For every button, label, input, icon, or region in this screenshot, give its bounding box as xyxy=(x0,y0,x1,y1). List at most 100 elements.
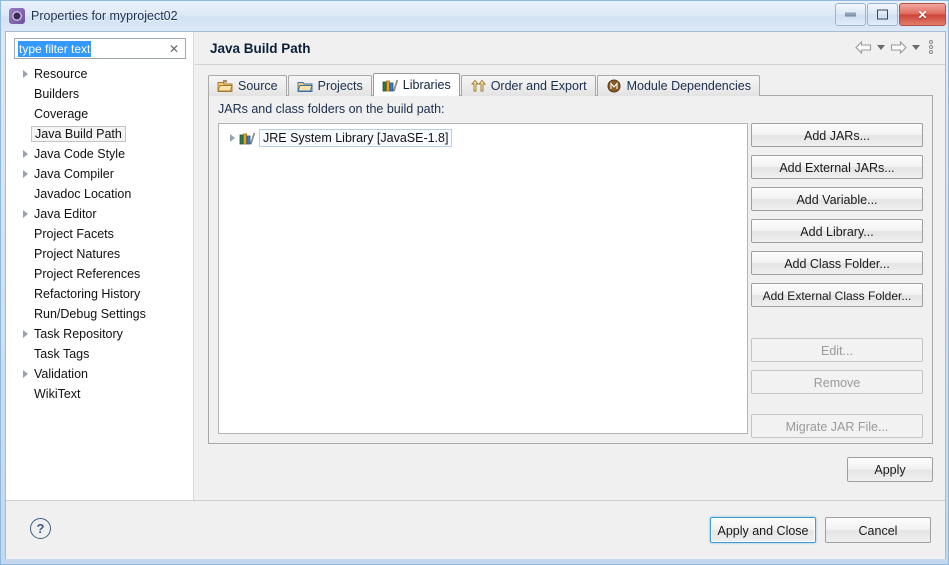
window-title: Properties for myproject02 xyxy=(31,9,178,23)
cancel-button[interactable]: Cancel xyxy=(825,517,931,543)
tab-source[interactable]: Source xyxy=(208,75,287,96)
tab-label: Source xyxy=(238,79,278,93)
tab-libraries[interactable]: Libraries xyxy=(372,73,460,96)
forward-arrow-icon[interactable] xyxy=(890,40,907,54)
sidebar-item-project-facets[interactable]: Project Facets xyxy=(6,224,192,244)
sidebar-item-java-build-path[interactable]: Java Build Path xyxy=(6,124,192,144)
tab-label: Order and Export xyxy=(490,79,587,93)
vertical-dots-icon[interactable] xyxy=(929,40,933,54)
add-library-button[interactable]: Add Library... xyxy=(751,219,923,243)
sidebar-item-builders[interactable]: Builders xyxy=(6,84,192,104)
sidebar-item-label: Project References xyxy=(34,267,141,281)
projects-folder-icon xyxy=(296,79,313,93)
expand-triangle-icon[interactable] xyxy=(18,170,32,178)
back-arrow-icon[interactable] xyxy=(855,40,872,54)
list-item-label: JRE System Library [JavaSE-1.8] xyxy=(259,129,453,147)
sidebar-item-task-repository[interactable]: Task Repository xyxy=(6,324,192,344)
clear-filter-icon[interactable]: ✕ xyxy=(169,43,179,55)
dialog-footer: ? Apply and Close Cancel xyxy=(6,500,945,559)
sidebar-item-resource[interactable]: Resource xyxy=(6,64,192,84)
close-icon: ✕ xyxy=(917,7,928,22)
window-controls: ✕ xyxy=(835,3,946,26)
footer-buttons: Apply and Close Cancel xyxy=(710,517,931,543)
expand-triangle-icon[interactable] xyxy=(18,210,32,218)
settings-tree: Resource Builders Coverage Java Build Path J… xyxy=(6,64,192,500)
minimize-button[interactable] xyxy=(835,3,866,26)
window-titlebar: Properties for myproject02 ✕ xyxy=(1,1,948,31)
sidebar-item-refactoring-history[interactable]: Refactoring History xyxy=(6,284,192,304)
sidebar-item-run-debug-settings[interactable]: Run/Debug Settings xyxy=(6,304,192,324)
button-group-separator xyxy=(751,402,923,414)
expand-triangle-icon[interactable] xyxy=(18,70,32,78)
tabs-region: Source Projects Libraries Order and Export M… xyxy=(208,73,933,444)
sidebar-item-javadoc-location[interactable]: Javadoc Location xyxy=(6,184,192,204)
help-icon[interactable]: ? xyxy=(30,518,51,539)
filter-input-wrapper[interactable]: type filter text ✕ xyxy=(14,38,186,59)
sidebar-item-project-references[interactable]: Project References xyxy=(6,264,192,284)
search-input[interactable]: type filter text xyxy=(18,40,92,57)
sidebar-item-label: Refactoring History xyxy=(34,287,141,301)
sidebar-item-label: Validation xyxy=(34,367,88,381)
apply-and-close-button[interactable]: Apply and Close xyxy=(710,517,816,543)
add-jars-button[interactable]: Add JARs... xyxy=(751,123,923,147)
eclipse-gear-icon xyxy=(9,8,25,24)
sidebar-item-project-natures[interactable]: Project Natures xyxy=(6,244,192,264)
add-variable-button[interactable]: Add Variable... xyxy=(751,187,923,211)
apply-row: Apply xyxy=(847,457,933,490)
add-external-class-folder-button[interactable]: Add External Class Folder... xyxy=(751,283,923,307)
tab-projects[interactable]: Projects xyxy=(287,75,372,96)
source-folder-icon xyxy=(217,79,233,93)
expand-triangle-icon[interactable] xyxy=(225,134,239,142)
add-external-jars-button[interactable]: Add External JARs... xyxy=(751,155,923,179)
sidebar-item-label: WikiText xyxy=(34,387,81,401)
sidebar-item-coverage[interactable]: Coverage xyxy=(6,104,192,124)
sidebar-item-label: Javadoc Location xyxy=(34,187,132,201)
sidebar-item-validation[interactable]: Validation xyxy=(6,364,192,384)
content-header: Java Build Path xyxy=(195,32,945,64)
tab-module-dependencies[interactable]: Module Dependencies xyxy=(596,75,760,96)
tab-label: Module Dependencies xyxy=(626,79,751,93)
libraries-tab-panel: JARs and class folders on the build path… xyxy=(208,95,933,444)
sidebar-item-label: Task Repository xyxy=(34,327,123,341)
sidebar-item-java-compiler[interactable]: Java Compiler xyxy=(6,164,192,184)
tab-order-and-export[interactable]: Order and Export xyxy=(460,75,596,96)
sidebar-item-java-editor[interactable]: Java Editor xyxy=(6,204,192,224)
tab-label: Libraries xyxy=(402,78,451,92)
sidebar-item-label: Run/Debug Settings xyxy=(34,307,146,321)
sidebar-item-label: Coverage xyxy=(34,107,89,121)
expand-triangle-icon[interactable] xyxy=(18,330,32,338)
add-class-folder-button[interactable]: Add Class Folder... xyxy=(751,251,923,275)
expand-triangle-icon[interactable] xyxy=(18,150,32,158)
sidebar-item-label: Builders xyxy=(34,87,80,101)
edit-button: Edit... xyxy=(751,338,923,362)
apply-button[interactable]: Apply xyxy=(847,457,933,482)
sidebar-item-label: Project Natures xyxy=(34,247,121,261)
sidebar-item-label: Java Compiler xyxy=(34,167,114,181)
library-action-buttons: Add JARs... Add External JARs... Add Varia… xyxy=(751,123,923,446)
remove-button: Remove xyxy=(751,370,923,394)
module-circle-icon xyxy=(606,79,622,93)
build-path-list[interactable]: JRE System Library [JavaSE-1.8] xyxy=(218,123,748,434)
jre-library-icon xyxy=(239,131,255,145)
order-export-arrows-icon xyxy=(470,79,486,93)
restore-icon xyxy=(868,9,897,20)
content-pane: Java Build Path Source Projects Librarie… xyxy=(195,32,945,500)
minimize-icon xyxy=(836,9,865,20)
sidebar-item-task-tags[interactable]: Task Tags xyxy=(6,344,192,364)
sidebar-item-wikitext[interactable]: WikiText xyxy=(6,384,192,404)
sidebar-item-java-code-style[interactable]: Java Code Style xyxy=(6,144,192,164)
forward-chevron-down-icon[interactable] xyxy=(912,44,920,50)
list-item[interactable]: JRE System Library [JavaSE-1.8] xyxy=(225,128,747,148)
restore-button[interactable] xyxy=(867,3,898,26)
dialog-body: type filter text ✕ Resource Builders Cover… xyxy=(5,31,946,559)
panel-caption: JARs and class folders on the build path… xyxy=(218,102,445,116)
sidebar-item-label: Java Code Style xyxy=(34,147,126,161)
close-button[interactable]: ✕ xyxy=(899,3,946,26)
back-chevron-down-icon[interactable] xyxy=(877,44,885,50)
libraries-books-icon xyxy=(382,78,398,92)
sidebar-item-label: Task Tags xyxy=(34,347,90,361)
navigation-toolbar xyxy=(855,40,933,54)
sidebar-item-label: Project Facets xyxy=(34,227,114,241)
migrate-jar-file-button: Migrate JAR File... xyxy=(751,414,923,438)
expand-triangle-icon[interactable] xyxy=(18,370,32,378)
